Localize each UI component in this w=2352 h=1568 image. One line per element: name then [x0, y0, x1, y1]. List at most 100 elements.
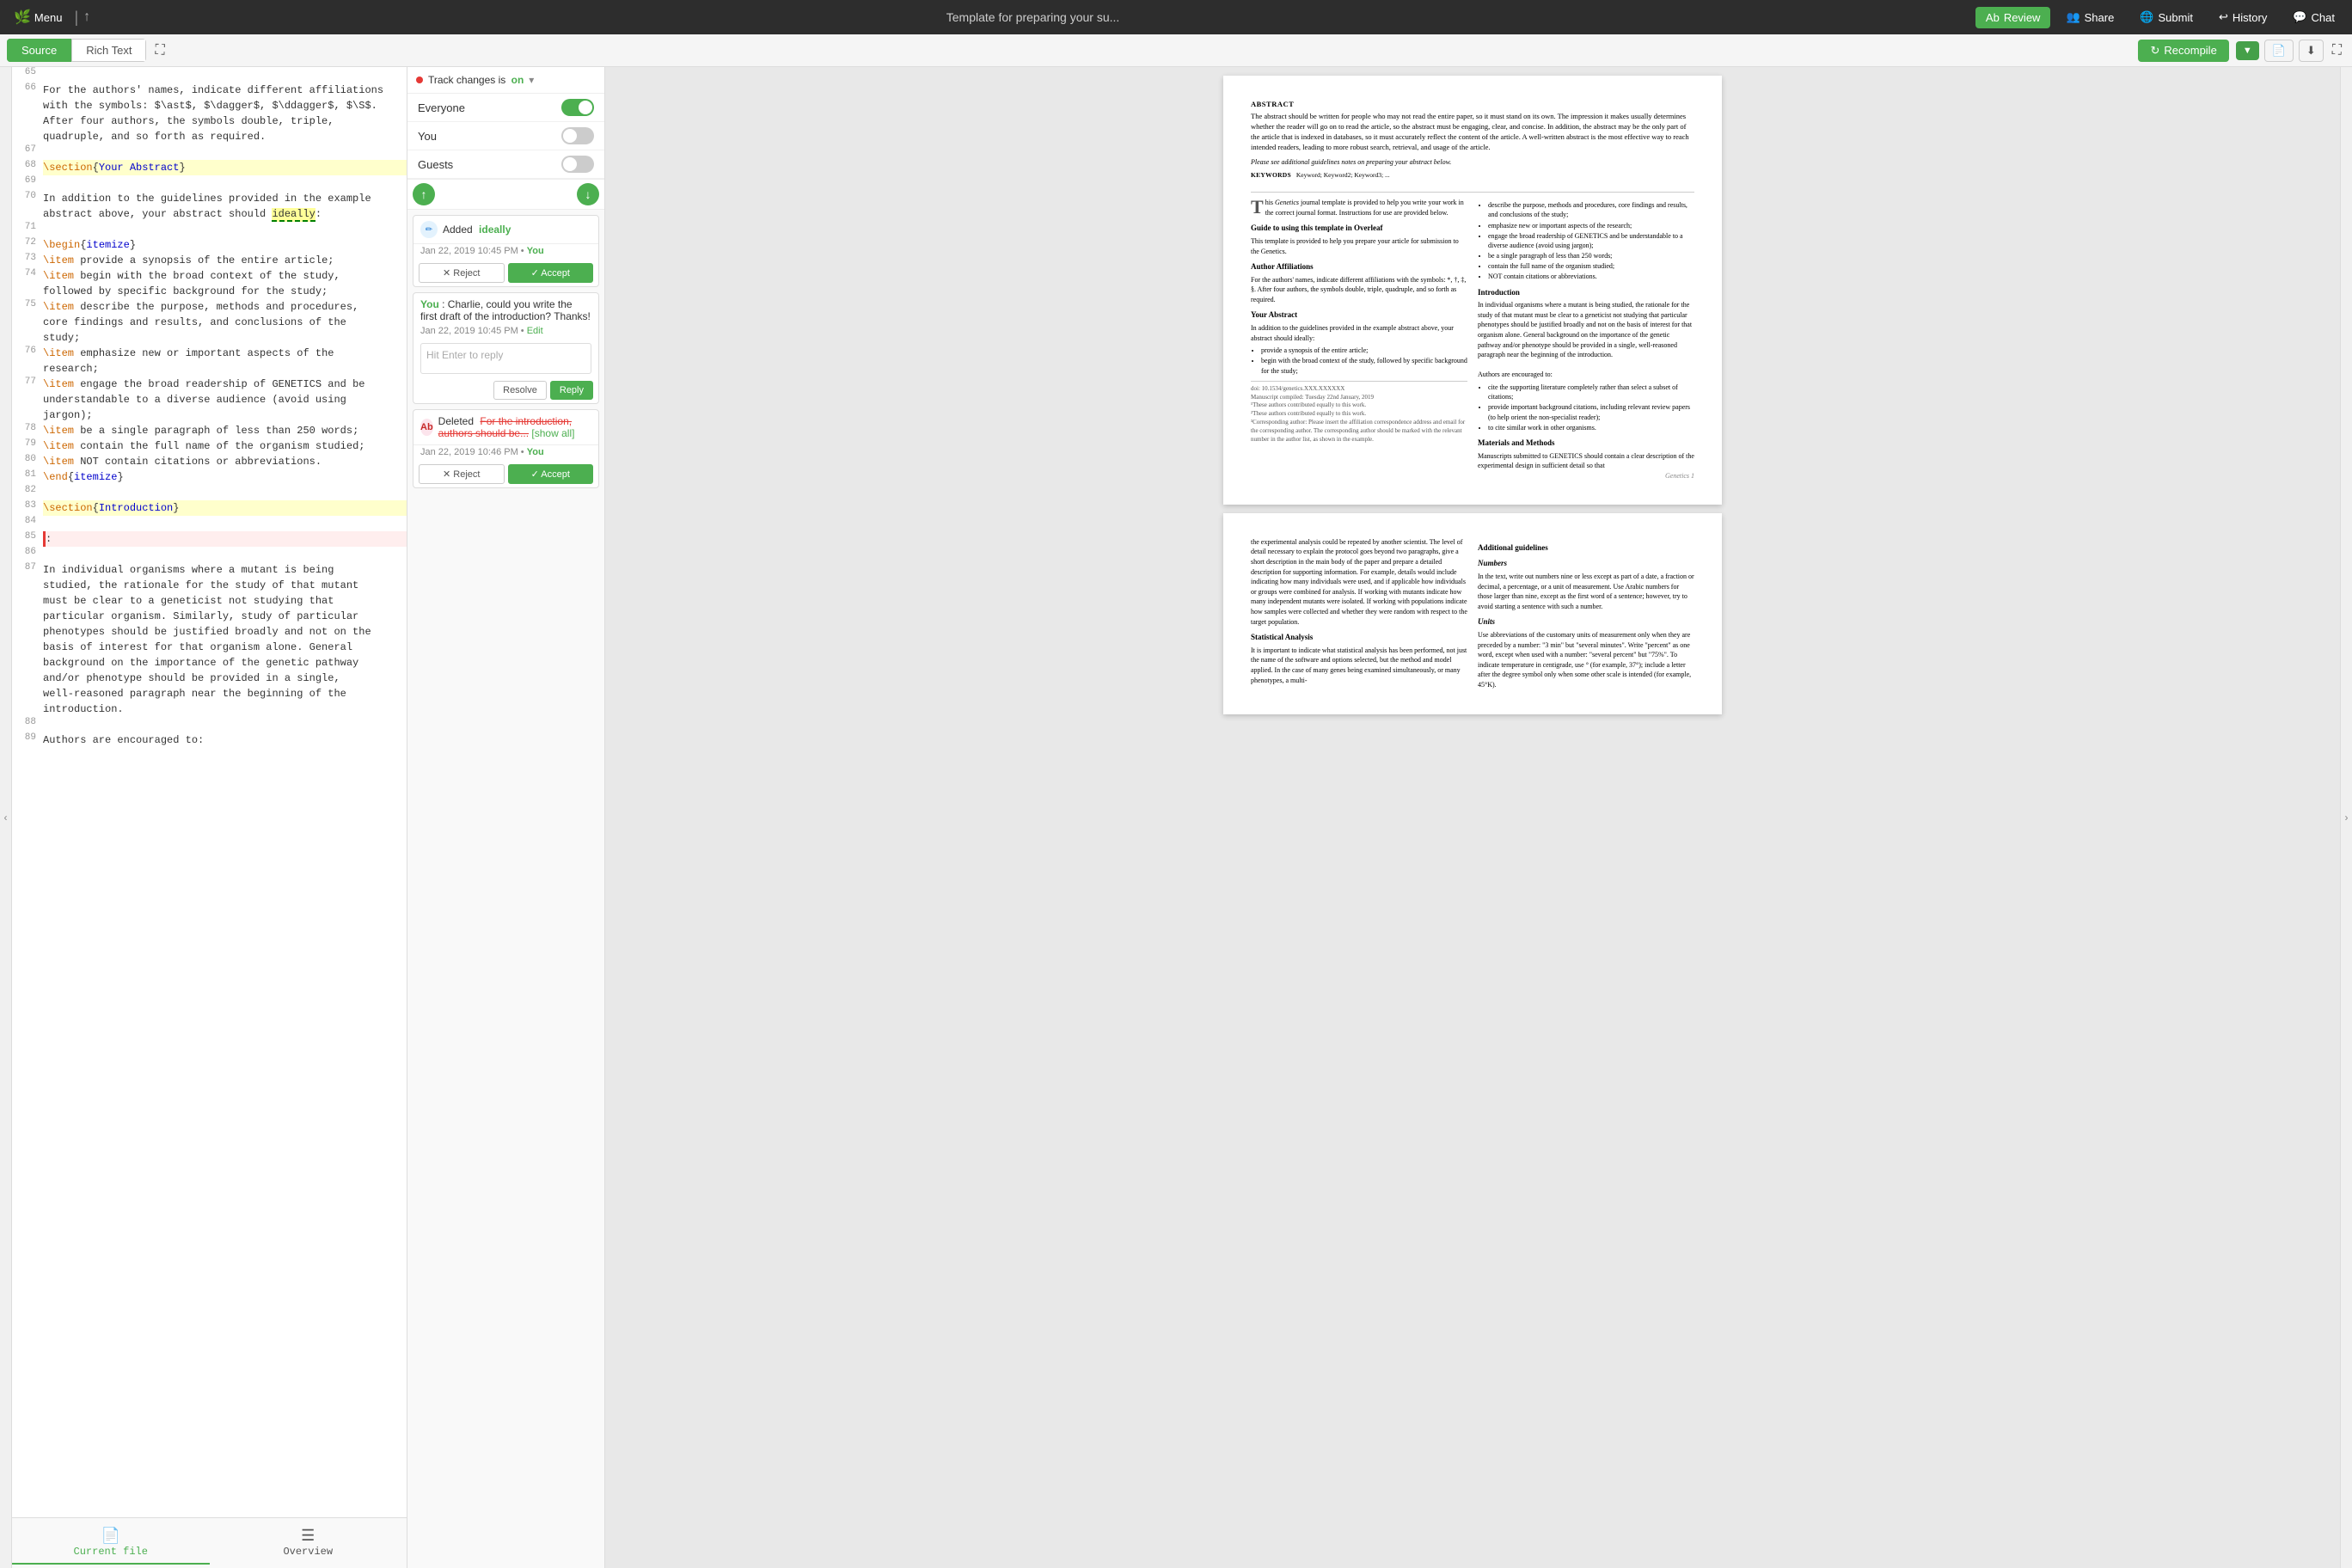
line-content[interactable]: with the symbols: $\ast$, $\dagger$, $\d…	[43, 98, 407, 113]
preview-col-left: T his Genetics journal template is provi…	[1251, 198, 1467, 481]
footnote3: ³Corresponding author: Please insert the…	[1251, 419, 1467, 444]
materials-text: Manuscripts submitted to GENETICS should…	[1478, 451, 1694, 471]
line-content[interactable]: \item begin with the broad context of th…	[43, 268, 407, 284]
line-content[interactable]: well-reasoned paragraph near the beginni…	[43, 686, 407, 701]
editor-line: must be clear to a geneticist not studyi…	[12, 593, 407, 609]
toggle-switch-everyone[interactable]	[561, 99, 594, 116]
line-content[interactable]: :	[43, 531, 407, 547]
line-number	[12, 113, 43, 129]
edit-comment-link[interactable]: Edit	[527, 326, 543, 336]
reply-button[interactable]: Reply	[550, 381, 593, 400]
editor-line: 84	[12, 516, 407, 531]
line-content[interactable]: \item provide a synopsis of the entire a…	[43, 253, 407, 268]
fullscreen-button[interactable]: ⛶	[151, 40, 168, 62]
line-content[interactable]: \item emphasize new or important aspects…	[43, 346, 407, 361]
line-content[interactable]: After four authors, the symbols double, …	[43, 113, 407, 129]
editor-line: phenotypes should be justified broadly a…	[12, 624, 407, 640]
toolbar-icon-btn-2[interactable]: ⬇	[2299, 40, 2324, 62]
line-content[interactable]: study;	[43, 330, 407, 346]
line-content[interactable]: must be clear to a geneticist not studyi…	[43, 593, 407, 609]
line-content[interactable]: and/or phenotype should be provided in a…	[43, 671, 407, 686]
tab-overview[interactable]: ☰ Overview	[210, 1522, 407, 1565]
line-content[interactable]	[43, 485, 407, 500]
toolbar-icon-btn-1[interactable]: 📄	[2264, 40, 2294, 62]
line-content[interactable]: \item NOT contain citations or abbreviat…	[43, 454, 407, 469]
line-content[interactable]: \section{Introduction}	[43, 500, 407, 516]
line-content[interactable]: particular organism. Similarly, study of…	[43, 609, 407, 624]
line-content[interactable]	[43, 516, 407, 531]
recompile-dropdown[interactable]: ▼	[2236, 41, 2259, 60]
recompile-button[interactable]: ↻ Recompile	[2138, 40, 2228, 62]
line-content[interactable]: research;	[43, 361, 407, 377]
line-content[interactable]	[43, 67, 407, 83]
line-content[interactable]: background on the importance of the gene…	[43, 655, 407, 671]
tab-rich-text[interactable]: Rich Text	[71, 39, 146, 62]
line-content[interactable]: \item engage the broad readership of GEN…	[43, 377, 407, 392]
reject-deleted-button[interactable]: ✕ Reject	[419, 464, 505, 484]
line-content[interactable]: \item be a single paragraph of less than…	[43, 423, 407, 438]
line-content[interactable]	[43, 717, 407, 732]
line-content[interactable]	[43, 222, 407, 237]
history-button[interactable]: ↩ History	[2208, 6, 2277, 28]
right-collapse-panel[interactable]: ›	[2340, 67, 2352, 1568]
line-content[interactable]: abstract above, your abstract should ide…	[43, 206, 407, 222]
line-content[interactable]: \item contain the full name of the organ…	[43, 438, 407, 454]
toggle-switch-you[interactable]	[561, 127, 594, 144]
editor-toolbar: Source Rich Text ⛶ ↻ Recompile ▼ 📄 ⬇ ⛶	[0, 34, 2352, 67]
line-content[interactable]: \section{Your Abstract}	[43, 160, 407, 175]
line-content[interactable]: studied, the rationale for the study of …	[43, 578, 407, 593]
chat-button[interactable]: 💬 Chat	[2282, 6, 2345, 28]
submit-icon: 🌐	[2140, 10, 2153, 24]
line-content[interactable]: followed by specific background for the …	[43, 284, 407, 299]
left-collapse-panel[interactable]: ‹	[0, 67, 12, 1568]
line-content[interactable]: In individual organisms where a mutant i…	[43, 562, 407, 578]
line-content[interactable]: quadruple, and so forth as required.	[43, 129, 407, 144]
line-content[interactable]: \item describe the purpose, methods and …	[43, 299, 407, 315]
line-content[interactable]: For the authors' names, indicate differe…	[43, 83, 407, 98]
line-content[interactable]: \begin{itemize}	[43, 237, 407, 253]
preview-scroll[interactable]: ABSTRACT The abstract should be written …	[605, 67, 2340, 1568]
line-content[interactable]: In addition to the guidelines provided i…	[43, 191, 407, 206]
added-change-actions: ✕ Reject ✓ Accept	[413, 260, 598, 286]
editor-line: 86	[12, 547, 407, 562]
prev-change-button[interactable]: ↑	[413, 183, 435, 205]
reject-added-button[interactable]: ✕ Reject	[419, 263, 505, 283]
line-content[interactable]: jargon);	[43, 407, 407, 423]
line-content[interactable]	[43, 144, 407, 160]
line-content[interactable]: introduction.	[43, 701, 407, 717]
back-icon[interactable]: ↑	[83, 9, 90, 25]
line-content[interactable]: basis of interest for that organism alon…	[43, 640, 407, 655]
line-content[interactable]: phenotypes should be justified broadly a…	[43, 624, 407, 640]
track-changes-dropdown-icon[interactable]: ▾	[529, 74, 534, 86]
tab-source[interactable]: Source	[7, 39, 71, 62]
deleted-icon: Ab	[420, 419, 433, 436]
editor-line: 83\section{Introduction}	[12, 500, 407, 516]
line-content[interactable]: core findings and results, and conclusio…	[43, 315, 407, 330]
editor-line: 65	[12, 67, 407, 83]
comment-reply-input[interactable]: Hit Enter to reply	[420, 343, 591, 374]
line-content[interactable]: understandable to a diverse audience (av…	[43, 392, 407, 407]
editor-area[interactable]: 65 66For the authors' names, indicate di…	[12, 67, 407, 1517]
toggle-switch-guests[interactable]	[561, 156, 594, 173]
next-change-button[interactable]: ↓	[577, 183, 599, 205]
statistical-title: Statistical Analysis	[1251, 632, 1467, 643]
accept-deleted-button[interactable]: ✓ Accept	[508, 464, 594, 484]
share-button[interactable]: 👥 Share	[2055, 6, 2124, 28]
top-navigation: 🌿 Menu | ↑ Template for preparing your s…	[0, 0, 2352, 34]
menu-button[interactable]: 🌿 Menu	[7, 5, 69, 29]
tab-current-file[interactable]: 📄 Current file	[12, 1522, 210, 1565]
resolve-button[interactable]: Resolve	[493, 381, 547, 400]
units-text: Use abbreviations of the customary units…	[1478, 630, 1694, 690]
line-content[interactable]	[43, 547, 407, 562]
review-button[interactable]: Ab Review	[1975, 7, 2051, 28]
expand-button[interactable]: ⛶	[2329, 40, 2345, 62]
line-number: 66	[12, 83, 43, 98]
line-content[interactable]	[43, 175, 407, 191]
preview-page2-two-col: the experimental analysis could be repea…	[1251, 537, 1694, 690]
show-all-link[interactable]: [show all]	[531, 427, 574, 439]
line-content[interactable]: Authors are encouraged to:	[43, 732, 407, 748]
line-number: 89	[12, 732, 43, 748]
submit-button[interactable]: 🌐 Submit	[2129, 6, 2203, 28]
accept-added-button[interactable]: ✓ Accept	[508, 263, 594, 283]
line-content[interactable]: \end{itemize}	[43, 469, 407, 485]
